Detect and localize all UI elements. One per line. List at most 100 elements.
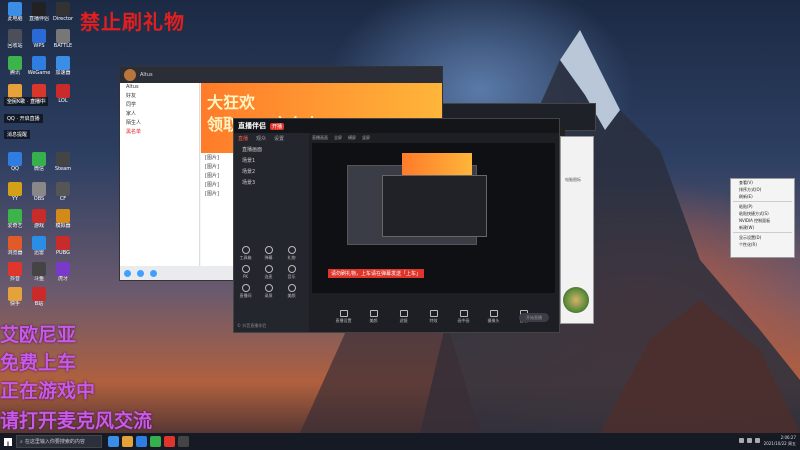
effects-icon [429, 310, 438, 317]
desktop-icon[interactable]: 虎牙 [52, 262, 74, 296]
menu-item-new[interactable]: 新建(W) [731, 224, 794, 231]
tool-record[interactable]: 录屏 [257, 284, 280, 299]
side-tip: 消息提醒 [4, 130, 31, 139]
scene-item[interactable]: 场景2 [234, 166, 309, 177]
list-item[interactable]: 好友 [120, 91, 199, 100]
taskbar-apps [108, 436, 189, 447]
preview-tab[interactable]: 横屏 [348, 135, 356, 143]
beauty-icon [369, 310, 378, 317]
contacts-icon[interactable] [137, 269, 144, 277]
list-item[interactable]: 陌生人 [120, 118, 199, 127]
overlay-line: 艾欧尼亚 [0, 324, 77, 346]
room-icon [241, 284, 250, 292]
nested-preview [382, 175, 487, 237]
side-panel-label: 电脑图标 [565, 177, 581, 182]
stream-tag[interactable]: 开播 [270, 122, 285, 130]
tool-room[interactable]: 直播间 [234, 284, 257, 299]
pip-icon [459, 310, 468, 317]
danmu-icon [264, 246, 273, 254]
screen-notice: 禁止刷礼物 [80, 10, 185, 34]
menu-item-refresh[interactable]: 刷新(E) [731, 193, 794, 200]
settings-icon [339, 310, 348, 317]
preview-tab[interactable]: 竖屏 [362, 135, 370, 143]
stream-warning: 请勿刷礼物，上车请在弹幕发送「上车」 [328, 269, 425, 278]
overlay-line: 请打开麦克风交流 [0, 410, 153, 432]
tool-mic[interactable]: 连麦 [257, 265, 280, 280]
tool-toolbox[interactable]: 工具箱 [234, 246, 257, 261]
stream-sidebar: 直播 观众 设置 直播画面 场景1 场景2 场景3 工具箱 弹幕 礼物 PK 连麦 音乐… [234, 133, 309, 332]
menu-item-sort[interactable]: 排序方式(O) [731, 186, 794, 193]
preview-tab[interactable]: 直播画面 [312, 135, 328, 143]
settings-icon[interactable] [150, 269, 157, 277]
side-tip: 全民K歌 · 直播中 [4, 97, 49, 106]
pip-button[interactable]: 画中画 [455, 310, 473, 324]
scene-item[interactable]: 直播画面 [234, 144, 309, 155]
menu-divider [733, 232, 792, 233]
camera-button[interactable]: 摄像头 [485, 310, 503, 324]
tool-gift[interactable]: 礼物 [280, 246, 303, 261]
taskbar-app-icon[interactable] [164, 436, 175, 447]
list-item[interactable]: 家人 [120, 109, 199, 118]
list-item[interactable]: 黑名单 [120, 127, 199, 136]
clock-date: 2021/10/22 周五 [763, 441, 796, 446]
menu-icon[interactable] [124, 269, 131, 277]
filter-button[interactable]: 滤镜 [395, 310, 413, 324]
tab-audience[interactable]: 观众 [252, 133, 270, 144]
effects-button[interactable]: 特效 [425, 310, 443, 324]
desktop-icon[interactable]: 微信 [28, 152, 50, 186]
tab-settings[interactable]: 设置 [270, 133, 288, 144]
tab-live[interactable]: 直播 [234, 133, 252, 144]
qq-contact-list: Altus 好友 同学 家人 陌生人 黑名单 [120, 83, 200, 266]
overlay-line: 正在游戏中 [0, 380, 96, 402]
stream-footer: © 抖音直播伴侣 [237, 323, 267, 328]
menu-item-display[interactable]: 显示设置(D) [731, 234, 794, 241]
volume-icon[interactable] [747, 438, 752, 443]
tool-music[interactable]: 音乐 [280, 265, 303, 280]
tool-pk[interactable]: PK [234, 265, 257, 279]
ime-icon[interactable] [755, 438, 760, 443]
taskbar-app-icon[interactable] [178, 436, 189, 447]
stream-app-window[interactable]: 直播伴侣 开播 直播 观众 设置 直播画面 场景1 场景2 场景3 工具箱 弹幕礼… [233, 118, 560, 333]
overlay-line: 免费上车 [0, 352, 77, 374]
taskbar-app-icon[interactable] [122, 436, 133, 447]
stream-tools: 工具箱 弹幕 礼物 PK 连麦 音乐 直播间 录屏 美颜 [234, 243, 309, 300]
desktop-icon[interactable]: B站 [28, 287, 50, 321]
menu-item-paste[interactable]: 粘贴(P) [731, 203, 794, 210]
menu-item-paste-shortcut[interactable]: 粘贴快捷方式(S) [731, 210, 794, 217]
qq-titlebar[interactable]: Altus [120, 67, 442, 83]
beauty-button[interactable]: 美颜 [365, 310, 383, 324]
taskbar-app-icon[interactable] [150, 436, 161, 447]
list-item[interactable]: Altus [120, 83, 199, 91]
desktop-icon[interactable]: LOL [52, 84, 74, 118]
tool-danmu[interactable]: 弹幕 [257, 246, 280, 261]
taskbar-search[interactable]: ⌕ 在这里输入你要搜索的内容 [16, 435, 102, 448]
preview-tab[interactable]: 全屏 [334, 135, 342, 143]
system-tray [739, 438, 760, 443]
avatar[interactable] [124, 69, 136, 81]
desktop-icon[interactable]: Steam [52, 152, 74, 186]
menu-item-nvidia[interactable]: NVIDIA 控制面板 [731, 217, 794, 224]
scene-item[interactable]: 场景1 [234, 155, 309, 166]
list-item[interactable]: 同学 [120, 100, 199, 109]
preview-header: 直播画面 全屏 横屏 竖屏 [312, 135, 555, 143]
stream-titlebar[interactable]: 直播伴侣 开播 [234, 119, 559, 133]
taskbar-app-icon[interactable] [136, 436, 147, 447]
stream-logo: 直播伴侣 [238, 122, 266, 130]
scene-item[interactable]: 场景3 [234, 177, 309, 188]
music-icon [287, 265, 296, 273]
tool-beauty[interactable]: 美颜 [280, 284, 303, 299]
menu-item-personalize[interactable]: 个性化(R) [731, 241, 794, 248]
desktop-icon[interactable]: 快手 [4, 287, 26, 321]
network-icon[interactable] [739, 438, 744, 443]
desktop-context-menu: 查看(V) 排序方式(O) 刷新(E) 粘贴(P) 粘贴快捷方式(S) NVID… [730, 178, 795, 258]
start-live-button[interactable]: 开始直播 [519, 313, 549, 322]
start-button[interactable] [0, 433, 16, 450]
game-avatar-icon[interactable] [563, 287, 589, 313]
gift-icon [287, 246, 296, 254]
live-settings-button[interactable]: 直播设置 [335, 310, 353, 324]
taskbar-app-icon[interactable] [108, 436, 119, 447]
menu-divider [733, 201, 792, 202]
desktop-icon[interactable]: QQ [4, 152, 26, 186]
menu-item-view[interactable]: 查看(V) [731, 179, 794, 186]
clock[interactable]: 2:06:27 2021/10/22 周五 [764, 435, 796, 447]
